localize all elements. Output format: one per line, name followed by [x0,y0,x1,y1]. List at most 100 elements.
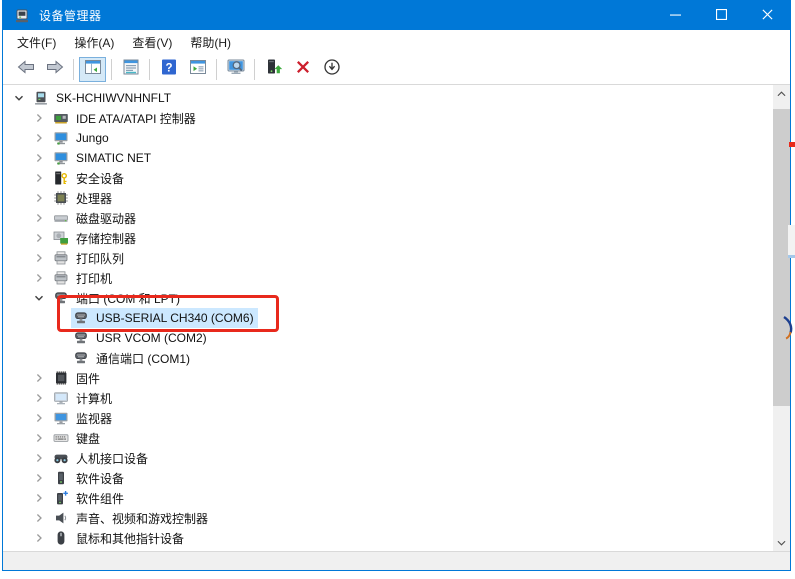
collapsed-expander-icon[interactable] [33,232,45,244]
tree-item-main[interactable]: 处理器 [51,188,116,208]
collapsed-expander-icon[interactable] [33,492,45,504]
network-monitor-icon [53,130,69,146]
tree-item-security-devices[interactable]: 安全设备 [3,168,773,188]
collapsed-expander-icon[interactable] [33,512,45,524]
menu-file[interactable]: 文件(F) [8,30,65,55]
tree-item-main[interactable]: SIMATIC NET [51,148,155,168]
tree-item-main[interactable]: USR VCOM (COM2) [71,328,211,348]
tree-item-main[interactable]: 打印队列 [51,248,128,268]
tree-item-label: 端口 (COM 和 LPT) [76,290,180,307]
collapsed-expander-icon[interactable] [33,532,45,544]
expanded-expander-icon[interactable] [33,292,45,304]
tree-item-main[interactable]: 存储控制器 [51,228,140,248]
minimize-icon [670,7,681,25]
collapsed-expander-icon[interactable] [33,392,45,404]
tree-item-main[interactable]: 打印机 [51,268,116,288]
collapsed-expander-icon[interactable] [33,152,45,164]
collapsed-expander-icon[interactable] [33,452,45,464]
tree-item-storage-controllers[interactable]: 存储控制器 [3,228,773,248]
tree-item-keyboards[interactable]: 键盘 [3,428,773,448]
disk-drive-icon [53,210,69,226]
tree-item-simatic-net[interactable]: SIMATIC NET [3,148,773,168]
toolbar-update-driver-button[interactable] [260,57,287,82]
tree-item-monitors[interactable]: 监视器 [3,408,773,428]
device-tree: SK-HCHIWVNHNFLTIDE ATA/ATAPI 控制器JungoSIM… [3,85,773,551]
collapsed-expander-icon[interactable] [33,172,45,184]
expanded-expander-icon[interactable] [13,92,25,104]
tree-item-main[interactable]: 磁盘驱动器 [51,208,140,228]
tree-item-ide-controllers[interactable]: IDE ATA/ATAPI 控制器 [3,108,773,128]
tree-item-ports[interactable]: 端口 (COM 和 LPT) [3,288,773,308]
tree-item-computers[interactable]: 计算机 [3,388,773,408]
close-button[interactable] [744,1,790,30]
collapsed-expander-icon[interactable] [33,272,45,284]
tree-item-root[interactable]: SK-HCHIWVNHNFLT [3,88,773,108]
toolbar-scan-hardware-button[interactable] [222,57,249,82]
tree-item-processors[interactable]: 处理器 [3,188,773,208]
minimize-button[interactable] [652,1,698,30]
tree-item-main[interactable]: 端口 (COM 和 LPT) [51,288,184,308]
collapsed-expander-icon[interactable] [33,372,45,384]
tree-item-com1[interactable]: 通信端口 (COM1) [3,348,773,368]
toolbar-help-button[interactable]: ? [155,57,182,82]
toolbar-console-tree-button[interactable] [79,57,106,82]
collapsed-expander-icon[interactable] [33,212,45,224]
tree-item-main[interactable]: 软件组件 [51,488,128,508]
scroll-up-button[interactable] [773,85,790,102]
maximize-button[interactable] [698,1,744,30]
tree-item-main[interactable]: 软件设备 [51,468,128,488]
menu-view[interactable]: 查看(V) [123,30,181,55]
collapsed-expander-icon[interactable] [33,192,45,204]
collapsed-expander-icon[interactable] [33,132,45,144]
tree-item-main[interactable]: 人机接口设备 [51,448,152,468]
toolbar-uninstall-button[interactable] [289,57,316,82]
toolbar-back-button[interactable] [12,57,39,82]
tree-item-main[interactable]: USB-SERIAL CH340 (COM6) [71,308,258,328]
collapsed-expander-icon[interactable] [33,112,45,124]
collapsed-expander-icon[interactable] [33,432,45,444]
tree-item-main[interactable]: 通信端口 (COM1) [71,348,194,368]
toolbar-separator [216,59,217,80]
collapsed-expander-icon[interactable] [33,252,45,264]
computer-icon [53,390,69,406]
ide-controller-icon [53,110,69,126]
tree-item-main[interactable]: 监视器 [51,408,116,428]
tree-item-label: 安全设备 [76,170,124,187]
tree-item-main[interactable]: 键盘 [51,428,104,448]
action-pane-icon [188,57,208,82]
tree-item-main[interactable]: SK-HCHIWVNHNFLT [31,88,175,108]
tree-item-usb-serial-ch340[interactable]: USB-SERIAL CH340 (COM6) [3,308,773,328]
tree-item-main[interactable]: 计算机 [51,388,116,408]
network-monitor-icon [53,150,69,166]
tree-item-print-queues[interactable]: 打印队列 [3,248,773,268]
tree-item-label: 打印队列 [76,250,124,267]
collapsed-expander-icon[interactable] [33,472,45,484]
tree-item-main[interactable]: 声音、视频和游戏控制器 [51,508,212,528]
firmware-icon [53,370,69,386]
tree-item-main[interactable]: 固件 [51,368,104,388]
tree-item-label: 磁盘驱动器 [76,210,136,227]
toolbar-disable-device-button[interactable] [318,57,345,82]
tree-item-main[interactable]: 鼠标和其他指针设备 [51,528,188,548]
tree-item-usr-vcom[interactable]: USR VCOM (COM2) [3,328,773,348]
tree-item-hid-devices[interactable]: 人机接口设备 [3,448,773,468]
collapsed-expander-icon[interactable] [33,412,45,424]
scroll-down-button[interactable] [773,534,790,551]
tree-item-main[interactable]: 安全设备 [51,168,128,188]
tree-item-jungo[interactable]: Jungo [3,128,773,148]
tree-item-firmware[interactable]: 固件 [3,368,773,388]
toolbar-properties-button[interactable] [117,57,144,82]
toolbar-forward-button[interactable] [41,57,68,82]
tree-item-main[interactable]: IDE ATA/ATAPI 控制器 [51,108,200,128]
toolbar-action-pane-button[interactable] [184,57,211,82]
tree-item-printers[interactable]: 打印机 [3,268,773,288]
tree-item-sound-video-game[interactable]: 声音、视频和游戏控制器 [3,508,773,528]
tree-item-software-devices[interactable]: 软件设备 [3,468,773,488]
tree-item-software-components[interactable]: 软件组件 [3,488,773,508]
software-component-icon [53,490,69,506]
menu-help[interactable]: 帮助(H) [181,30,240,55]
menu-action[interactable]: 操作(A) [65,30,123,55]
tree-item-main[interactable]: Jungo [51,128,113,148]
tree-item-disk-drives[interactable]: 磁盘驱动器 [3,208,773,228]
tree-item-mice[interactable]: 鼠标和其他指针设备 [3,528,773,548]
